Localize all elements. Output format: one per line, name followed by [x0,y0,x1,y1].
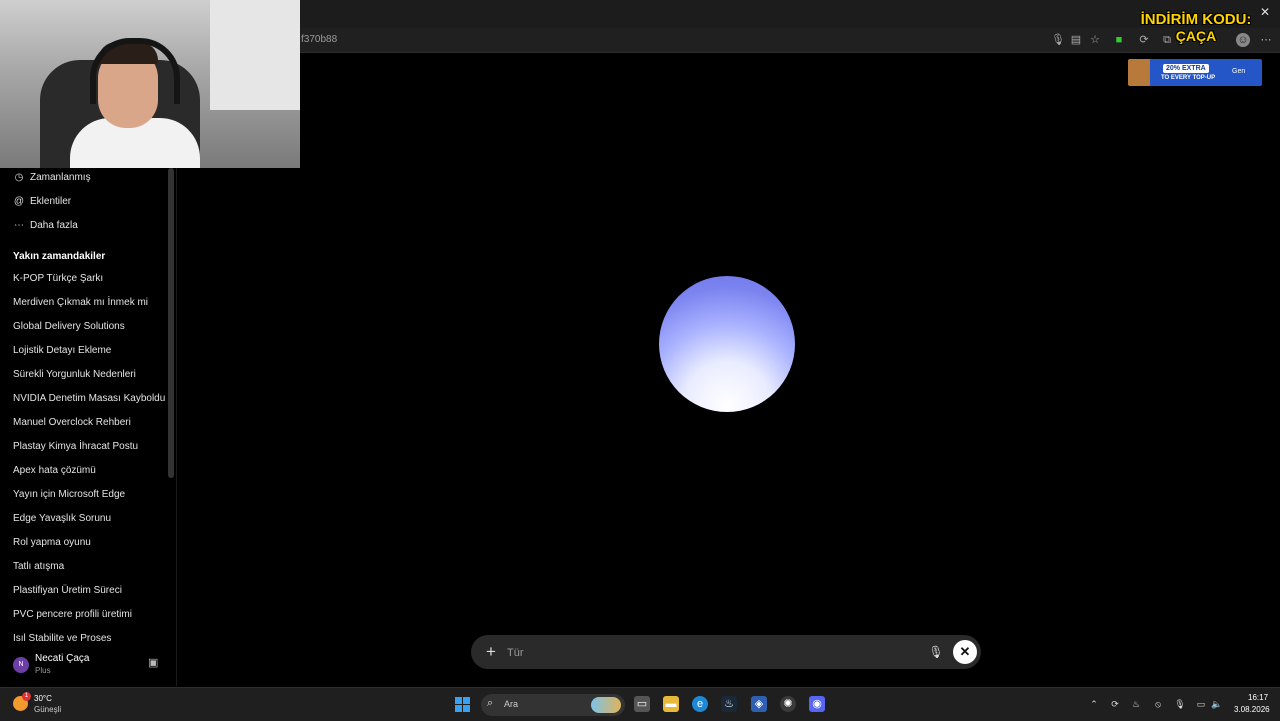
ad-brand: Gen [1232,68,1246,75]
recent-chat-item[interactable]: PVC pencere profili üretimi [13,609,132,620]
taskbar-search[interactable]: ⌕ Ara [481,694,625,716]
weather-badge: 1 [22,692,31,701]
recent-chat-item[interactable]: Global Delivery Solutions [13,321,125,332]
clock-time[interactable]: 16:17 [1248,693,1268,702]
voice-mode-orb [659,276,795,412]
recent-chat-item[interactable]: Plastay Kimya İhracat Postu [13,441,138,452]
menu-dots-icon[interactable]: ⋯ [1259,33,1273,47]
user-plan: Plus [35,666,51,675]
more-icon: ⋯ [14,219,24,231]
recent-chat-item[interactable]: NVIDIA Denetim Masası Kayboldu [13,393,165,404]
chat-input[interactable] [505,642,909,664]
sidebar-item-label: Eklentiler [30,195,72,207]
recent-heading: Yakın zamandakiler [13,251,106,262]
recent-chat-item[interactable]: Isıl Stabilite ve Proses [13,633,111,643]
ad-subtitle: TO EVERY TOP-UP [1161,75,1216,81]
recent-chat-item[interactable]: Tatlı atışma [13,561,64,572]
recent-chat-item[interactable]: Apex hata çözümü [13,465,96,476]
weather-description[interactable]: Güneşli [34,705,61,714]
recent-chat-item[interactable]: K-POP Türkçe Şarkı [13,273,103,284]
chevron-up-icon[interactable]: ⌃ [1088,698,1100,710]
gift-icon[interactable]: ▣ [148,656,158,669]
recent-chat-item[interactable]: Manuel Overclock Rehberi [13,417,131,428]
search-icon: ⌕ [487,697,494,709]
volume-icon[interactable]: 🔈 [1211,698,1223,710]
user-name: Necati Çaça [35,653,90,664]
end-voice-button[interactable]: ✕ [953,640,977,664]
reader-icon[interactable]: ▤ [1069,33,1083,47]
recent-chat-item[interactable]: Lojistik Detayı Ekleme [13,345,111,356]
taskbar: 1 30°C Güneşli ⌕ Ara ▭ ▬ e ♨ ◈ ✺ ◉ ⌃ ⟳ ♨… [0,687,1280,721]
sidebar-scrollbar[interactable] [168,168,174,478]
edge-icon[interactable]: e [692,696,708,712]
favorite-star-icon[interactable]: ☆ [1088,33,1102,47]
promo-line1: İNDİRİM KODU: [1140,11,1252,28]
discord-icon[interactable]: ◉ [809,696,825,712]
task-view-icon[interactable]: ▭ [634,696,650,712]
recent-chat-item[interactable]: Edge Yavaşlık Sorunu [13,513,111,524]
promo-code-overlay: İNDİRİM KODU: ÇAÇA [1136,11,1256,45]
at-icon: @ [13,195,25,207]
recent-chat-item[interactable]: Rol yapma oyunu [13,537,91,548]
chatgpt-icon[interactable]: ✺ [780,696,796,712]
clock-date[interactable]: 3.08.2026 [1234,705,1270,714]
clock-icon: ◷ [14,171,24,183]
promo-line2: ÇAÇA [1175,28,1217,44]
network-off-icon[interactable]: ⦸ [1152,698,1164,710]
sidebar-item-label: Zamanlanmış [30,171,91,183]
sidebar: ◷ Zamanlanmış @ Eklentiler ⋯ Daha fazla … [0,168,177,686]
start-tile [455,705,462,712]
sidebar-item-scheduled[interactable]: ◷ Zamanlanmış [13,169,91,185]
ad-banner[interactable]: 20% EXTRA TO EVERY TOP-UP Gen [1128,59,1262,86]
extension-icon[interactable]: ■ [1112,33,1126,47]
sync-icon[interactable]: ⟳ [1109,698,1121,710]
recent-chat-item[interactable]: Sürekli Yorgunluk Nedenleri [13,369,136,380]
display-icon[interactable]: ▭ [1195,698,1207,710]
url-text[interactable]: f370b88 [301,34,337,45]
mic-icon[interactable]: 🎙 [1051,33,1065,47]
start-tile [463,705,470,712]
sidebar-item-label: Daha fazla [30,219,78,231]
ad-badge: 20% EXTRA [1163,64,1209,73]
composer-bar: + 🎙 ✕ [471,635,981,669]
search-label: Ara [504,699,519,709]
recent-chat-item[interactable]: Merdiven Çıkmak mı İnmek mi [13,297,148,308]
file-explorer-icon[interactable]: ▬ [663,696,679,712]
recent-chat-item[interactable]: Yayın için Microsoft Edge [13,489,125,500]
microphone-button[interactable]: 🎙 [927,643,945,661]
app-grid-icon[interactable]: ◈ [751,696,767,712]
webcam-background [210,0,300,110]
microphone-tray-icon[interactable]: 🎙 [1174,698,1186,710]
start-tile [455,697,462,704]
steam-tray-icon[interactable]: ♨ [1130,698,1142,710]
start-button[interactable] [455,697,470,712]
recent-chat-item[interactable]: Plastifiyan Üretim Süreci [13,585,122,596]
start-tile [463,697,470,704]
add-attachment-button[interactable]: + [481,642,501,662]
user-profile-row[interactable]: N Necati Çaça Plus ▣ [0,646,176,682]
sidebar-item-extensions[interactable]: @ Eklentiler [13,193,71,209]
window-close-button[interactable]: ✕ [1260,5,1270,19]
search-highlight-image [591,697,621,713]
webcam-overlay [0,0,300,168]
weather-temperature[interactable]: 30°C [34,694,52,703]
avatar: N [13,657,29,673]
steam-icon[interactable]: ♨ [721,696,737,712]
webcam-headset [90,38,180,104]
sidebar-item-more[interactable]: ⋯ Daha fazla [13,217,78,233]
